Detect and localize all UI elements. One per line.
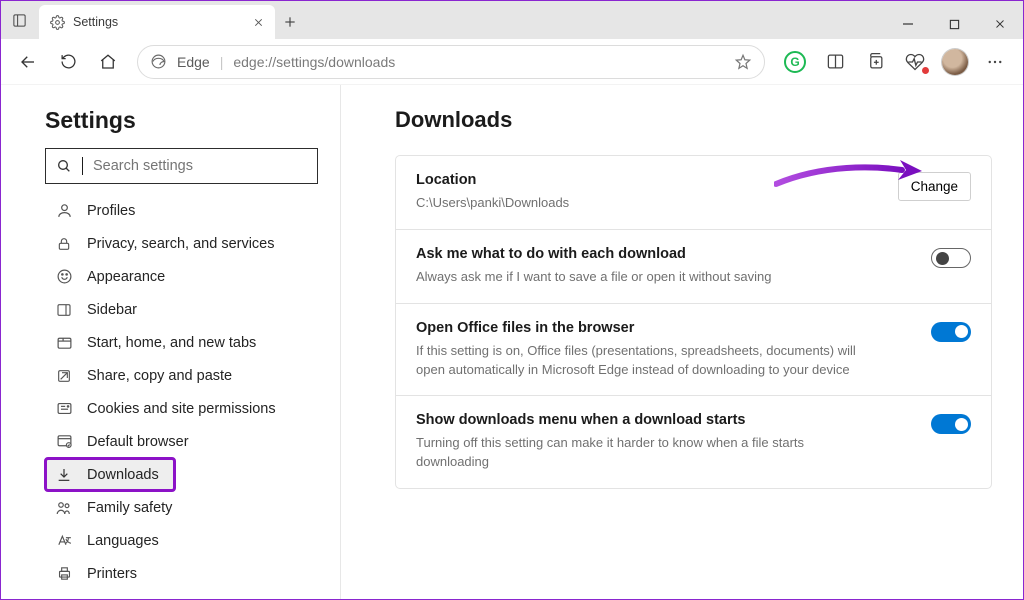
card-title: Location bbox=[416, 172, 838, 188]
nav-item-start[interactable]: Start, home, and new tabs bbox=[45, 326, 318, 359]
tab-title: Settings bbox=[73, 15, 243, 29]
download-path: C:\Users\panki\Downloads bbox=[416, 194, 838, 213]
engine-label: Edge bbox=[177, 54, 210, 70]
download-icon bbox=[55, 466, 73, 484]
card-title: Show downloads menu when a download star… bbox=[416, 412, 871, 428]
nav-item-languages[interactable]: Languages bbox=[45, 524, 318, 557]
url-text: edge://settings/downloads bbox=[233, 54, 395, 70]
search-settings-input[interactable] bbox=[45, 148, 318, 184]
tabs-icon bbox=[55, 334, 73, 352]
nav-label: Start, home, and new tabs bbox=[87, 335, 256, 351]
settings-heading: Settings bbox=[45, 107, 320, 134]
settings-cards: Location C:\Users\panki\Downloads Change… bbox=[395, 155, 992, 489]
card-subtitle: Always ask me if I want to save a file o… bbox=[416, 268, 871, 287]
family-icon bbox=[55, 499, 73, 517]
home-button[interactable] bbox=[89, 44, 127, 80]
card-show-menu: Show downloads menu when a download star… bbox=[396, 396, 991, 488]
window-maximize-button[interactable] bbox=[931, 9, 977, 39]
nav-item-default-browser[interactable]: Default browser bbox=[45, 425, 318, 458]
nav-label: Default browser bbox=[87, 434, 189, 450]
new-tab-button[interactable] bbox=[275, 5, 305, 39]
health-icon[interactable] bbox=[895, 44, 935, 80]
text-caret bbox=[82, 157, 83, 175]
nav-item-share[interactable]: Share, copy and paste bbox=[45, 359, 318, 392]
toggle-open-office[interactable] bbox=[931, 322, 971, 342]
nav-item-profiles[interactable]: Profiles bbox=[45, 194, 318, 227]
nav-label: Cookies and site permissions bbox=[87, 401, 276, 417]
gear-icon bbox=[49, 14, 65, 30]
profile-icon bbox=[55, 202, 73, 220]
nav-label: Profiles bbox=[87, 203, 135, 219]
toggle-show-menu[interactable] bbox=[931, 414, 971, 434]
search-icon bbox=[56, 158, 72, 174]
nav-label: Family safety bbox=[87, 500, 172, 516]
nav-label: Share, copy and paste bbox=[87, 368, 232, 384]
card-subtitle: If this setting is on, Office files (pre… bbox=[416, 342, 871, 380]
nav-label: Privacy, search, and services bbox=[87, 236, 275, 252]
tab-actions-button[interactable] bbox=[1, 1, 37, 39]
card-ask-download: Ask me what to do with each download Alw… bbox=[396, 230, 991, 304]
back-button[interactable] bbox=[9, 44, 47, 80]
language-icon bbox=[55, 532, 73, 550]
toggle-ask-download[interactable] bbox=[931, 248, 971, 268]
separator: | bbox=[220, 54, 224, 70]
tab-close-button[interactable] bbox=[251, 15, 265, 29]
address-bar[interactable]: Edge | edge://settings/downloads bbox=[137, 45, 765, 79]
split-screen-icon[interactable] bbox=[815, 44, 855, 80]
card-location: Location C:\Users\panki\Downloads Change bbox=[396, 156, 991, 230]
card-title: Ask me what to do with each download bbox=[416, 246, 871, 262]
nav-item-printers[interactable]: Printers bbox=[45, 557, 318, 590]
nav-label: Printers bbox=[87, 566, 137, 582]
extension-grammarly-icon[interactable]: G bbox=[775, 44, 815, 80]
window-close-button[interactable] bbox=[977, 9, 1023, 39]
nav-label: Languages bbox=[87, 533, 159, 549]
printer-icon bbox=[55, 565, 73, 583]
profile-avatar[interactable] bbox=[935, 44, 975, 80]
nav-item-privacy[interactable]: Privacy, search, and services bbox=[45, 227, 318, 260]
nav-label: Sidebar bbox=[87, 302, 137, 318]
nav-label: Appearance bbox=[87, 269, 165, 285]
nav-item-downloads[interactable]: Downloads bbox=[45, 458, 175, 491]
page-title: Downloads bbox=[395, 107, 999, 133]
settings-sidebar: Settings Profiles Privacy, search, and s… bbox=[1, 85, 341, 599]
settings-nav: Profiles Privacy, search, and services A… bbox=[45, 194, 320, 590]
window-titlebar: Settings bbox=[1, 1, 1023, 39]
browser-toolbar: Edge | edge://settings/downloads G bbox=[1, 39, 1023, 85]
favorite-star-icon[interactable] bbox=[734, 53, 752, 71]
nav-item-sidebar[interactable]: Sidebar bbox=[45, 293, 318, 326]
sidebar-icon bbox=[55, 301, 73, 319]
search-settings-field[interactable] bbox=[93, 158, 307, 174]
collections-icon[interactable] bbox=[855, 44, 895, 80]
browser-tab[interactable]: Settings bbox=[39, 5, 275, 39]
change-location-button[interactable]: Change bbox=[898, 172, 971, 201]
lock-icon bbox=[55, 235, 73, 253]
refresh-button[interactable] bbox=[49, 44, 87, 80]
browser-icon bbox=[55, 433, 73, 451]
window-minimize-button[interactable] bbox=[885, 9, 931, 39]
share-icon bbox=[55, 367, 73, 385]
card-open-office: Open Office files in the browser If this… bbox=[396, 304, 991, 397]
appearance-icon bbox=[55, 268, 73, 286]
card-subtitle: Turning off this setting can make it har… bbox=[416, 434, 871, 472]
nav-label: Downloads bbox=[87, 467, 159, 483]
settings-main: Downloads Location C:\Users\panki\Downlo… bbox=[341, 85, 1023, 599]
edge-logo-icon bbox=[150, 53, 167, 70]
nav-item-family[interactable]: Family safety bbox=[45, 491, 318, 524]
nav-item-appearance[interactable]: Appearance bbox=[45, 260, 318, 293]
more-menu-button[interactable] bbox=[975, 44, 1015, 80]
cookies-icon bbox=[55, 400, 73, 418]
nav-item-cookies[interactable]: Cookies and site permissions bbox=[45, 392, 318, 425]
card-title: Open Office files in the browser bbox=[416, 320, 871, 336]
